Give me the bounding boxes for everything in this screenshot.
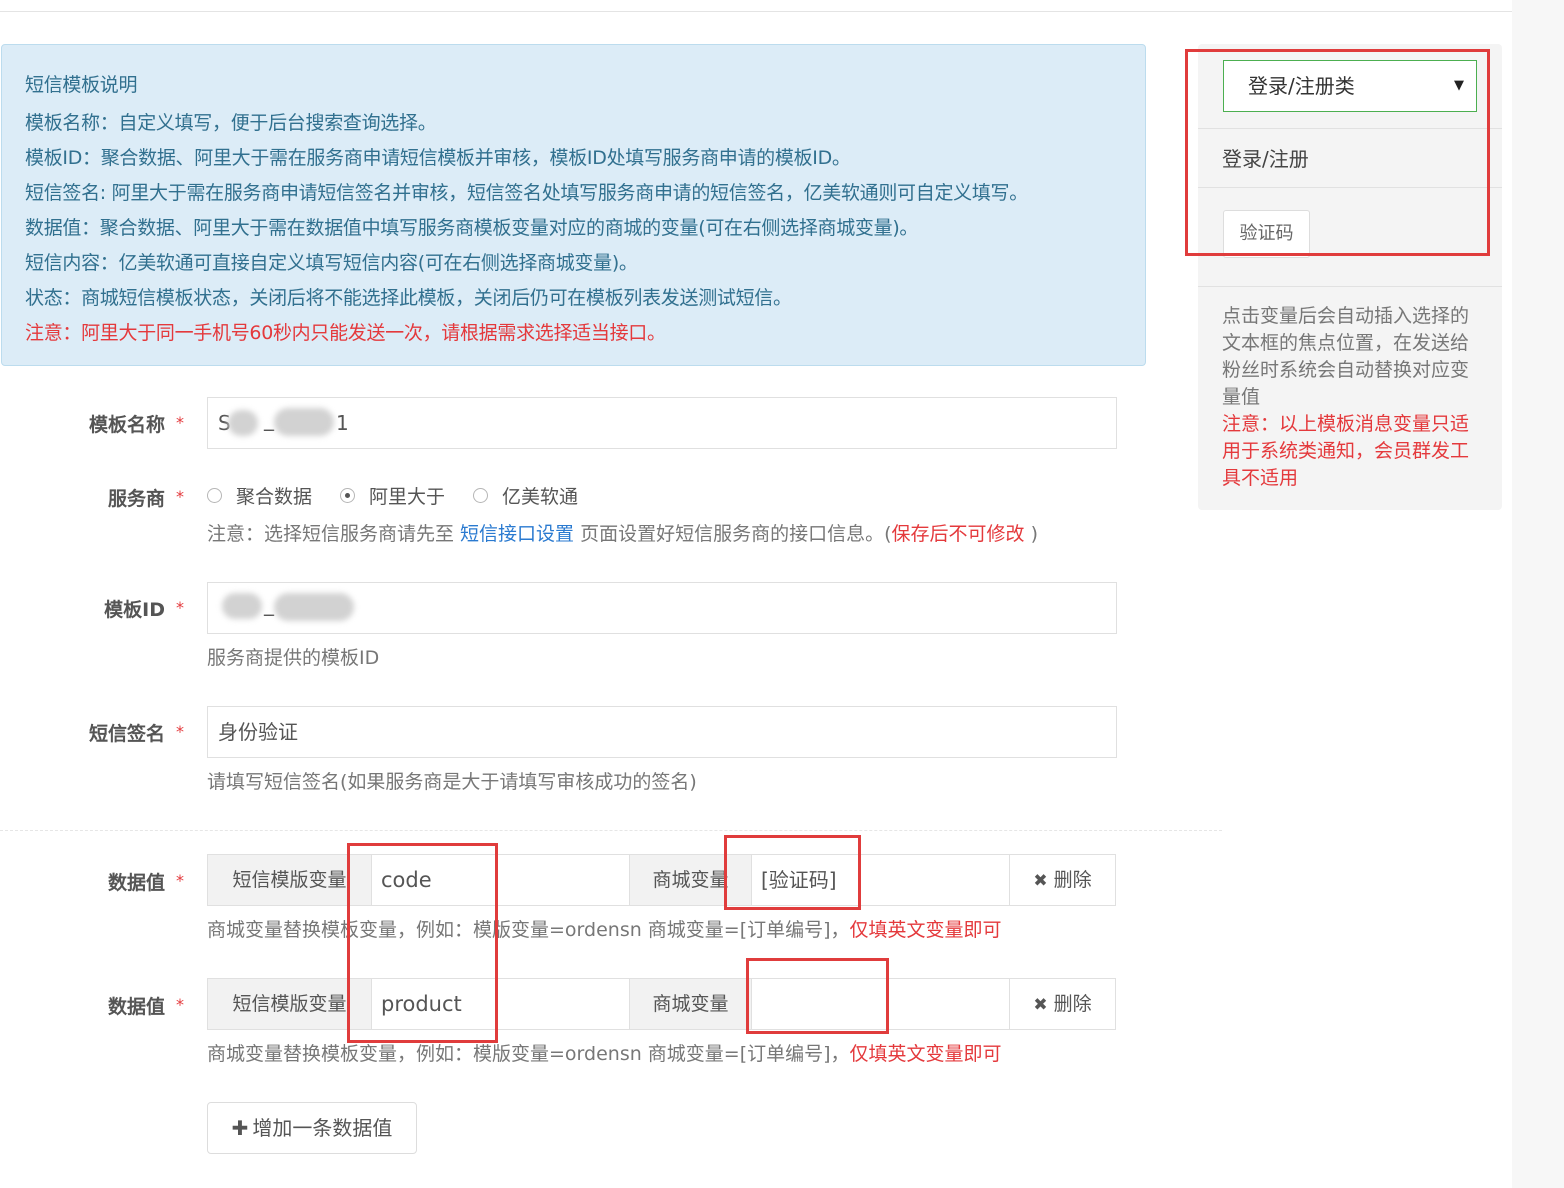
notice-line: 短信签名: 阿里大于需在服务商申请短信签名并审核，短信签名处填写服务商申请的短信… <box>25 182 1028 204</box>
delete-button[interactable]: ✖ 删除 <box>1009 979 1115 1029</box>
redaction-blur <box>222 593 262 619</box>
data-value-row: 短信模版变量 code 商城变量 [验证码] ✖ 删除 <box>207 854 1116 906</box>
redaction-blur <box>228 410 258 436</box>
required-mark: * <box>176 995 184 1014</box>
redaction-blur <box>274 408 334 436</box>
side-divider <box>1198 128 1502 129</box>
side-warning: 注意：以上模板消息变量只适用于系统类通知，会员群发工具不适用 <box>1222 413 1470 489</box>
provider-note: 注意：选择短信服务商请先至 短信接口设置 页面设置好短信服务商的接口信息。(保存… <box>207 519 1038 546</box>
template-id-value: _ <box>264 592 274 616</box>
sms-var-addon: 短信模版变量 <box>208 979 371 1029</box>
provider-note-text: ) <box>1024 523 1038 545</box>
close-icon: ✖ <box>1033 871 1048 891</box>
provider-radio-juhe[interactable] <box>207 488 222 503</box>
sms-var-input[interactable]: product <box>372 979 629 1029</box>
mall-var-addon: 商城变量 <box>630 855 751 905</box>
top-divider <box>0 11 1512 12</box>
delete-label: 删除 <box>1053 993 1092 1015</box>
data-value-help-text: 商城变量替换模板变量，例如：模版变量=ordensn 商城变量=[订单编号]， <box>207 919 850 941</box>
variable-category-select[interactable]: 登录/注册类 ▼ <box>1223 60 1477 112</box>
sms-template-notice: 短信模板说明 模板名称：自定义填写，便于后台搜索查询选择。 模板ID：聚合数据、… <box>1 44 1146 366</box>
data-value-help-warning: 仅填英文变量即可 <box>849 1043 1002 1065</box>
plus-icon: ✚ <box>231 1116 249 1140</box>
data-value-help: 商城变量替换模板变量，例如：模版变量=ordensn 商城变量=[订单编号]，仅… <box>207 1039 1002 1066</box>
notice-line: 模板名称：自定义填写，便于后台搜索查询选择。 <box>25 112 437 134</box>
section-divider <box>0 830 1222 831</box>
delete-button[interactable]: ✖ 删除 <box>1009 855 1115 905</box>
close-icon: ✖ <box>1033 995 1048 1015</box>
notice-title: 短信模板说明 <box>25 74 138 96</box>
data-value-help-warning: 仅填英文变量即可 <box>849 919 1002 941</box>
provider-radio-yimei[interactable] <box>473 488 489 503</box>
template-name-value-end: 1 <box>336 411 349 435</box>
notice-warning: 注意：阿里大于同一手机号60秒内只能发送一次，请根据需求选择适当接口。 <box>25 322 666 344</box>
add-data-value-label: 增加一条数据值 <box>252 1116 393 1140</box>
signature-help: 请填写短信签名(如果服务商是大于请填写审核成功的签名) <box>207 771 697 793</box>
signature-input[interactable]: 身份验证 <box>207 706 1117 758</box>
provider-radio-group: 聚合数据 阿里大于 亿美软通 <box>207 482 606 509</box>
notice-line: 状态：商城短信模板状态，关闭后将不能选择此模板，关闭后仍可在模板列表发送测试短信… <box>25 287 792 309</box>
provider-label: 服务商 <box>107 488 165 510</box>
delete-label: 删除 <box>1053 869 1092 891</box>
mall-var-addon: 商城变量 <box>630 979 751 1029</box>
template-name-value-mid: _ <box>264 407 274 431</box>
chevron-down-icon: ▼ <box>1454 78 1464 93</box>
variable-button-verify-code[interactable]: 验证码 <box>1223 210 1310 258</box>
required-mark: * <box>176 598 184 617</box>
data-value-label: 数据值 <box>107 996 165 1018</box>
template-id-label: 模板ID <box>104 599 165 621</box>
template-name-input[interactable]: S _ 1 <box>207 397 1117 449</box>
provider-option-label[interactable]: 亿美软通 <box>502 482 578 509</box>
required-mark: * <box>176 413 184 432</box>
variable-category-value: 登录/注册类 <box>1248 74 1355 98</box>
side-note: 点击变量后会自动插入选择的文本框的焦点位置，在发送给粉丝时系统会自动替换对应变量… <box>1222 305 1470 408</box>
mall-var-input[interactable]: [验证码] <box>752 855 1009 905</box>
required-mark: * <box>176 871 184 890</box>
notice-line: 短信内容：亿美软通可直接自定义填写短信内容(可在右侧选择商城变量)。 <box>25 252 638 274</box>
sms-interface-settings-link[interactable]: 短信接口设置 <box>460 523 574 545</box>
sms-var-input[interactable]: code <box>372 855 629 905</box>
side-divider <box>1198 286 1502 287</box>
provider-radio-alidayu[interactable] <box>340 488 356 503</box>
data-value-help: 商城变量替换模板变量，例如：模版变量=ordensn 商城变量=[订单编号]，仅… <box>207 915 1002 942</box>
redaction-blur <box>274 593 354 621</box>
mall-var-input[interactable] <box>752 979 1009 1029</box>
provider-note-text: 页面设置好短信服务商的接口信息。( <box>574 523 892 545</box>
template-name-label: 模板名称 <box>88 414 165 436</box>
template-id-help: 服务商提供的模板ID <box>207 647 380 669</box>
notice-line: 数据值：聚合数据、阿里大于需在数据值中填写服务商模板变量对应的商城的变量(可在右… <box>25 217 919 239</box>
notice-line: 模板ID：聚合数据、阿里大于需在服务商申请短信模板并审核，模板ID处填写服务商申… <box>25 147 851 169</box>
page-right-gutter <box>1512 0 1564 1188</box>
variable-category-title: 登录/注册 <box>1222 147 1309 171</box>
provider-option-label[interactable]: 阿里大于 <box>369 482 445 509</box>
side-divider <box>1198 187 1502 188</box>
signature-label: 短信签名 <box>88 723 165 745</box>
sms-var-addon: 短信模版变量 <box>208 855 371 905</box>
add-data-value-button[interactable]: ✚ 增加一条数据值 <box>207 1102 417 1154</box>
provider-option-label[interactable]: 聚合数据 <box>236 482 312 509</box>
data-value-label: 数据值 <box>107 872 165 894</box>
required-mark: * <box>176 722 184 741</box>
provider-note-warning: 保存后不可修改 <box>891 523 1025 545</box>
provider-note-text: 注意：选择短信服务商请先至 <box>207 523 461 545</box>
required-mark: * <box>176 487 184 506</box>
data-value-row: 短信模版变量 product 商城变量 ✖ 删除 <box>207 978 1116 1030</box>
template-id-input[interactable]: _ <box>207 582 1117 634</box>
data-value-help-text: 商城变量替换模板变量，例如：模版变量=ordensn 商城变量=[订单编号]， <box>207 1043 850 1065</box>
